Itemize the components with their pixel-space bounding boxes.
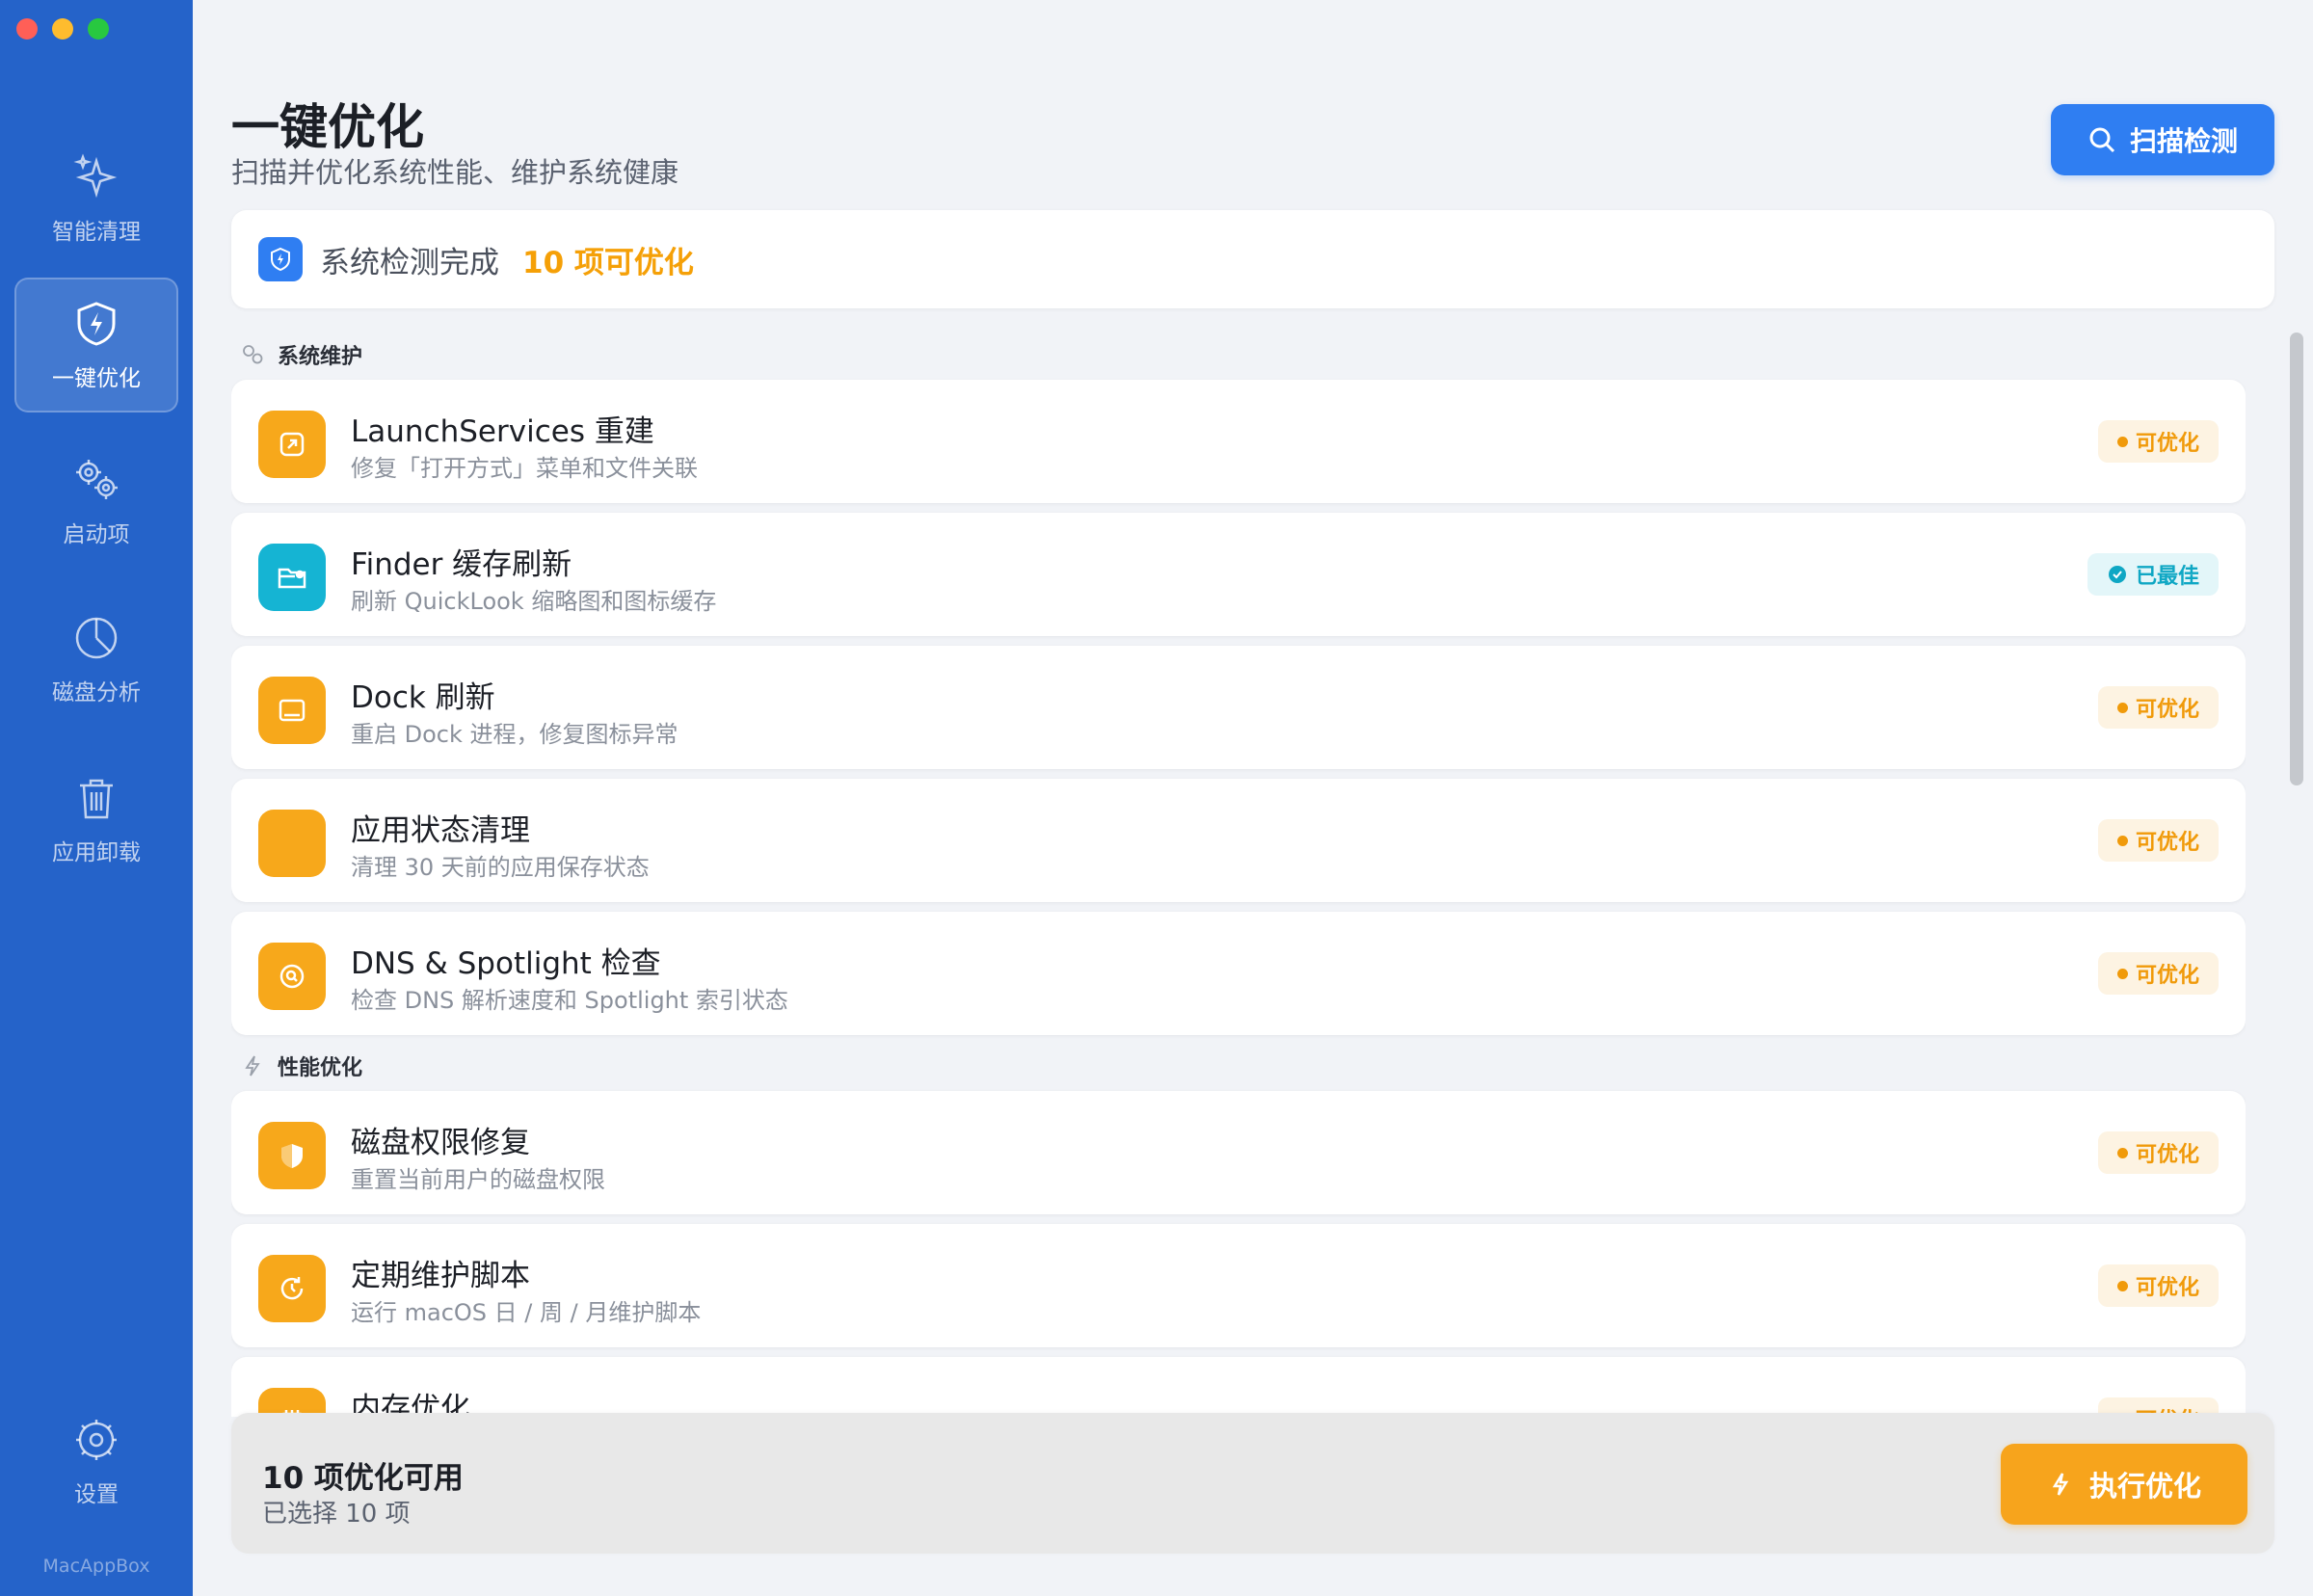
item-title: LaunchServices 重建 — [351, 414, 654, 449]
footer-title: 10 项优化可用 — [262, 1461, 464, 1496]
execute-button-label: 执行优化 — [2088, 1470, 2201, 1503]
folder-gear-icon — [258, 544, 326, 611]
shield-half-icon — [258, 1122, 326, 1189]
scan-button[interactable]: 扫描检测 — [2051, 104, 2274, 175]
item-description: 刷新 QuickLook 缩略图和图标缓存 — [351, 588, 717, 615]
close-window-button[interactable] — [16, 18, 38, 40]
sidebar-item-disk-analysis[interactable]: 磁盘分析 — [14, 592, 178, 727]
list-item[interactable]: LaunchServices 重建 修复「打开方式」菜单和文件关联 可优化 — [231, 380, 2246, 503]
sidebar-item-label: 磁盘分析 — [52, 680, 141, 705]
optimization-list: LaunchServices 重建 修复「打开方式」菜单和文件关联 可优化 Fi… — [231, 366, 2246, 1417]
item-title: 磁盘权限修复 — [351, 1126, 530, 1160]
status-badge: 可优化 — [2097, 1264, 2219, 1307]
blank-icon — [258, 810, 326, 877]
sidebar-item-label: 设置 — [74, 1482, 119, 1507]
page-subtitle: 扫描并优化系统性能、维护系统健康 — [231, 156, 679, 189]
item-title: DNS & Spotlight 检查 — [351, 946, 661, 981]
item-description: 重置当前用户的磁盘权限 — [351, 1166, 605, 1193]
status-count: 10 项可优化 — [522, 245, 694, 280]
zoom-window-button[interactable] — [88, 18, 109, 40]
sidebar-item-smart-clean[interactable]: 智能清理 — [14, 131, 178, 266]
gears-icon — [243, 345, 263, 364]
dock-icon — [258, 677, 326, 744]
list-item[interactable]: 应用状态清理 清理 30 天前的应用保存状态 可优化 — [231, 779, 2246, 902]
status-badge: 可优化 — [2097, 686, 2219, 729]
sidebar-item-one-click-optimize[interactable]: 一键优化 — [14, 278, 178, 412]
item-description: 修复「打开方式」菜单和文件关联 — [351, 455, 698, 482]
search-circle-icon — [258, 943, 326, 1010]
item-title: 定期维护脚本 — [351, 1259, 530, 1293]
sidebar-item-settings[interactable]: 设置 — [14, 1394, 178, 1529]
list-item[interactable]: DNS & Spotlight 检查 检查 DNS 解析速度和 Spotligh… — [231, 912, 2246, 1035]
list-item[interactable]: Finder 缓存刷新 刷新 QuickLook 缩略图和图标缓存 已最佳 — [231, 513, 2246, 636]
trash-icon — [80, 779, 113, 819]
check-circle-icon — [2108, 566, 2126, 583]
sidebar-item-app-uninstall[interactable]: 应用卸载 — [14, 752, 178, 887]
sidebar-item-label: 应用卸载 — [52, 840, 141, 865]
item-title: 应用状态清理 — [351, 813, 530, 848]
footer-selected-count: 已选择 10 项 — [262, 1500, 411, 1529]
item-title: Dock 刷新 — [351, 680, 495, 715]
brand-label: MacAppBox — [42, 1556, 150, 1577]
status-badge: 可优化 — [2097, 952, 2219, 995]
arrow-box-icon — [258, 411, 326, 478]
item-title: 内存优化 — [351, 1392, 470, 1417]
sidebar-item-startup[interactable]: 启动项 — [14, 434, 178, 569]
list-scrollbar[interactable] — [2290, 332, 2303, 785]
status-text: 系统检测完成 — [320, 245, 499, 280]
list-item[interactable]: 磁盘权限修复 重置当前用户的磁盘权限 可优化 — [231, 1091, 2246, 1214]
item-description: 清理 30 天前的应用保存状态 — [351, 854, 650, 881]
status-badge: 可优化 — [2097, 1131, 2219, 1174]
refresh-clock-icon — [258, 1255, 326, 1322]
minimize-window-button[interactable] — [52, 18, 73, 40]
item-description: 重启 Dock 进程，修复图标异常 — [351, 721, 678, 748]
list-item[interactable]: Dock 刷新 重启 Dock 进程，修复图标异常 可优化 — [231, 646, 2246, 769]
status-badge: 可优化 — [2097, 420, 2219, 463]
status-badge: 可优化 — [2097, 819, 2219, 862]
scan-button-label: 扫描检测 — [2129, 125, 2238, 157]
search-icon — [2089, 127, 2115, 153]
status-shield-icon — [258, 237, 303, 281]
gears-icon — [76, 460, 118, 499]
sidebar-item-label: 智能清理 — [52, 220, 141, 245]
list-item[interactable]: 内存优化 可优化 — [231, 1357, 2246, 1417]
execute-optimize-button[interactable]: 执行优化 — [2001, 1444, 2247, 1525]
sparkle-icon — [73, 153, 118, 199]
pie-chart-icon — [75, 617, 118, 659]
scan-status-banner: 系统检测完成 10 项可优化 — [231, 210, 2274, 308]
sidebar-item-label: 一键优化 — [52, 366, 141, 391]
item-title: Finder 缓存刷新 — [351, 547, 572, 582]
gear-icon — [76, 1420, 117, 1460]
sidebar-item-label: 启动项 — [63, 522, 130, 547]
status-badge: 已最佳 — [2087, 553, 2219, 596]
list-item[interactable]: 定期维护脚本 运行 macOS 日 / 周 / 月维护脚本 可优化 — [231, 1224, 2246, 1347]
action-footer: 10 项优化可用 已选择 10 项 执行优化 — [231, 1413, 2274, 1554]
bolt-icon — [2052, 1473, 2069, 1496]
item-description: 运行 macOS 日 / 周 / 月维护脚本 — [351, 1299, 702, 1326]
item-description: 检查 DNS 解析速度和 Spotlight 索引状态 — [351, 987, 788, 1014]
page-title: 一键优化 — [231, 99, 424, 155]
shield-bolt-icon — [77, 302, 116, 346]
sidebar: 智能清理 一键优化 启动项 磁盘分析 应用卸载 设置 MacAppBox — [0, 0, 193, 1596]
window-controls — [16, 18, 109, 40]
